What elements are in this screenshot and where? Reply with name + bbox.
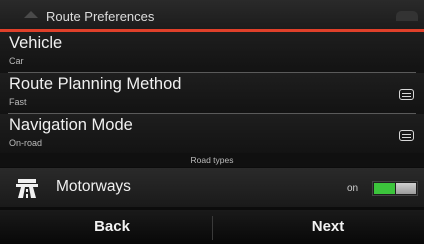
title-bar: Route Preferences: [0, 0, 424, 32]
collapse-arrow-icon[interactable]: [24, 11, 38, 18]
button-divider: [212, 216, 213, 240]
motorways-toggle-state: on: [347, 183, 359, 194]
vehicle-value: Car: [9, 56, 24, 66]
list-icon[interactable]: [399, 130, 414, 141]
back-button[interactable]: Back: [12, 210, 212, 244]
list-icon[interactable]: [399, 89, 414, 100]
row-motorways[interactable]: Motorways on: [0, 168, 424, 207]
route-planning-method-value: Fast: [9, 97, 27, 107]
next-button[interactable]: Next: [228, 210, 424, 244]
motorways-toggle[interactable]: [372, 181, 418, 196]
motorway-icon: [16, 179, 38, 198]
row-route-planning-method[interactable]: Route Planning Method Fast: [0, 73, 424, 116]
bottom-bar: Back Next: [0, 210, 424, 244]
section-label-road-types: Road types: [0, 153, 424, 167]
page-title: Route Preferences: [46, 9, 155, 24]
navigation-mode-title: Navigation Mode: [9, 116, 133, 134]
navigation-mode-value: On-road: [9, 138, 43, 148]
route-planning-method-title: Route Planning Method: [9, 75, 182, 93]
toggle-knob[interactable]: [396, 183, 416, 194]
status-badge: [396, 11, 418, 21]
row-navigation-mode[interactable]: Navigation Mode On-road: [0, 114, 424, 157]
row-vehicle[interactable]: Vehicle Car: [0, 32, 424, 75]
motorways-label: Motorways: [56, 178, 131, 195]
vehicle-title: Vehicle: [9, 34, 63, 52]
toggle-on-fill: [374, 183, 395, 194]
